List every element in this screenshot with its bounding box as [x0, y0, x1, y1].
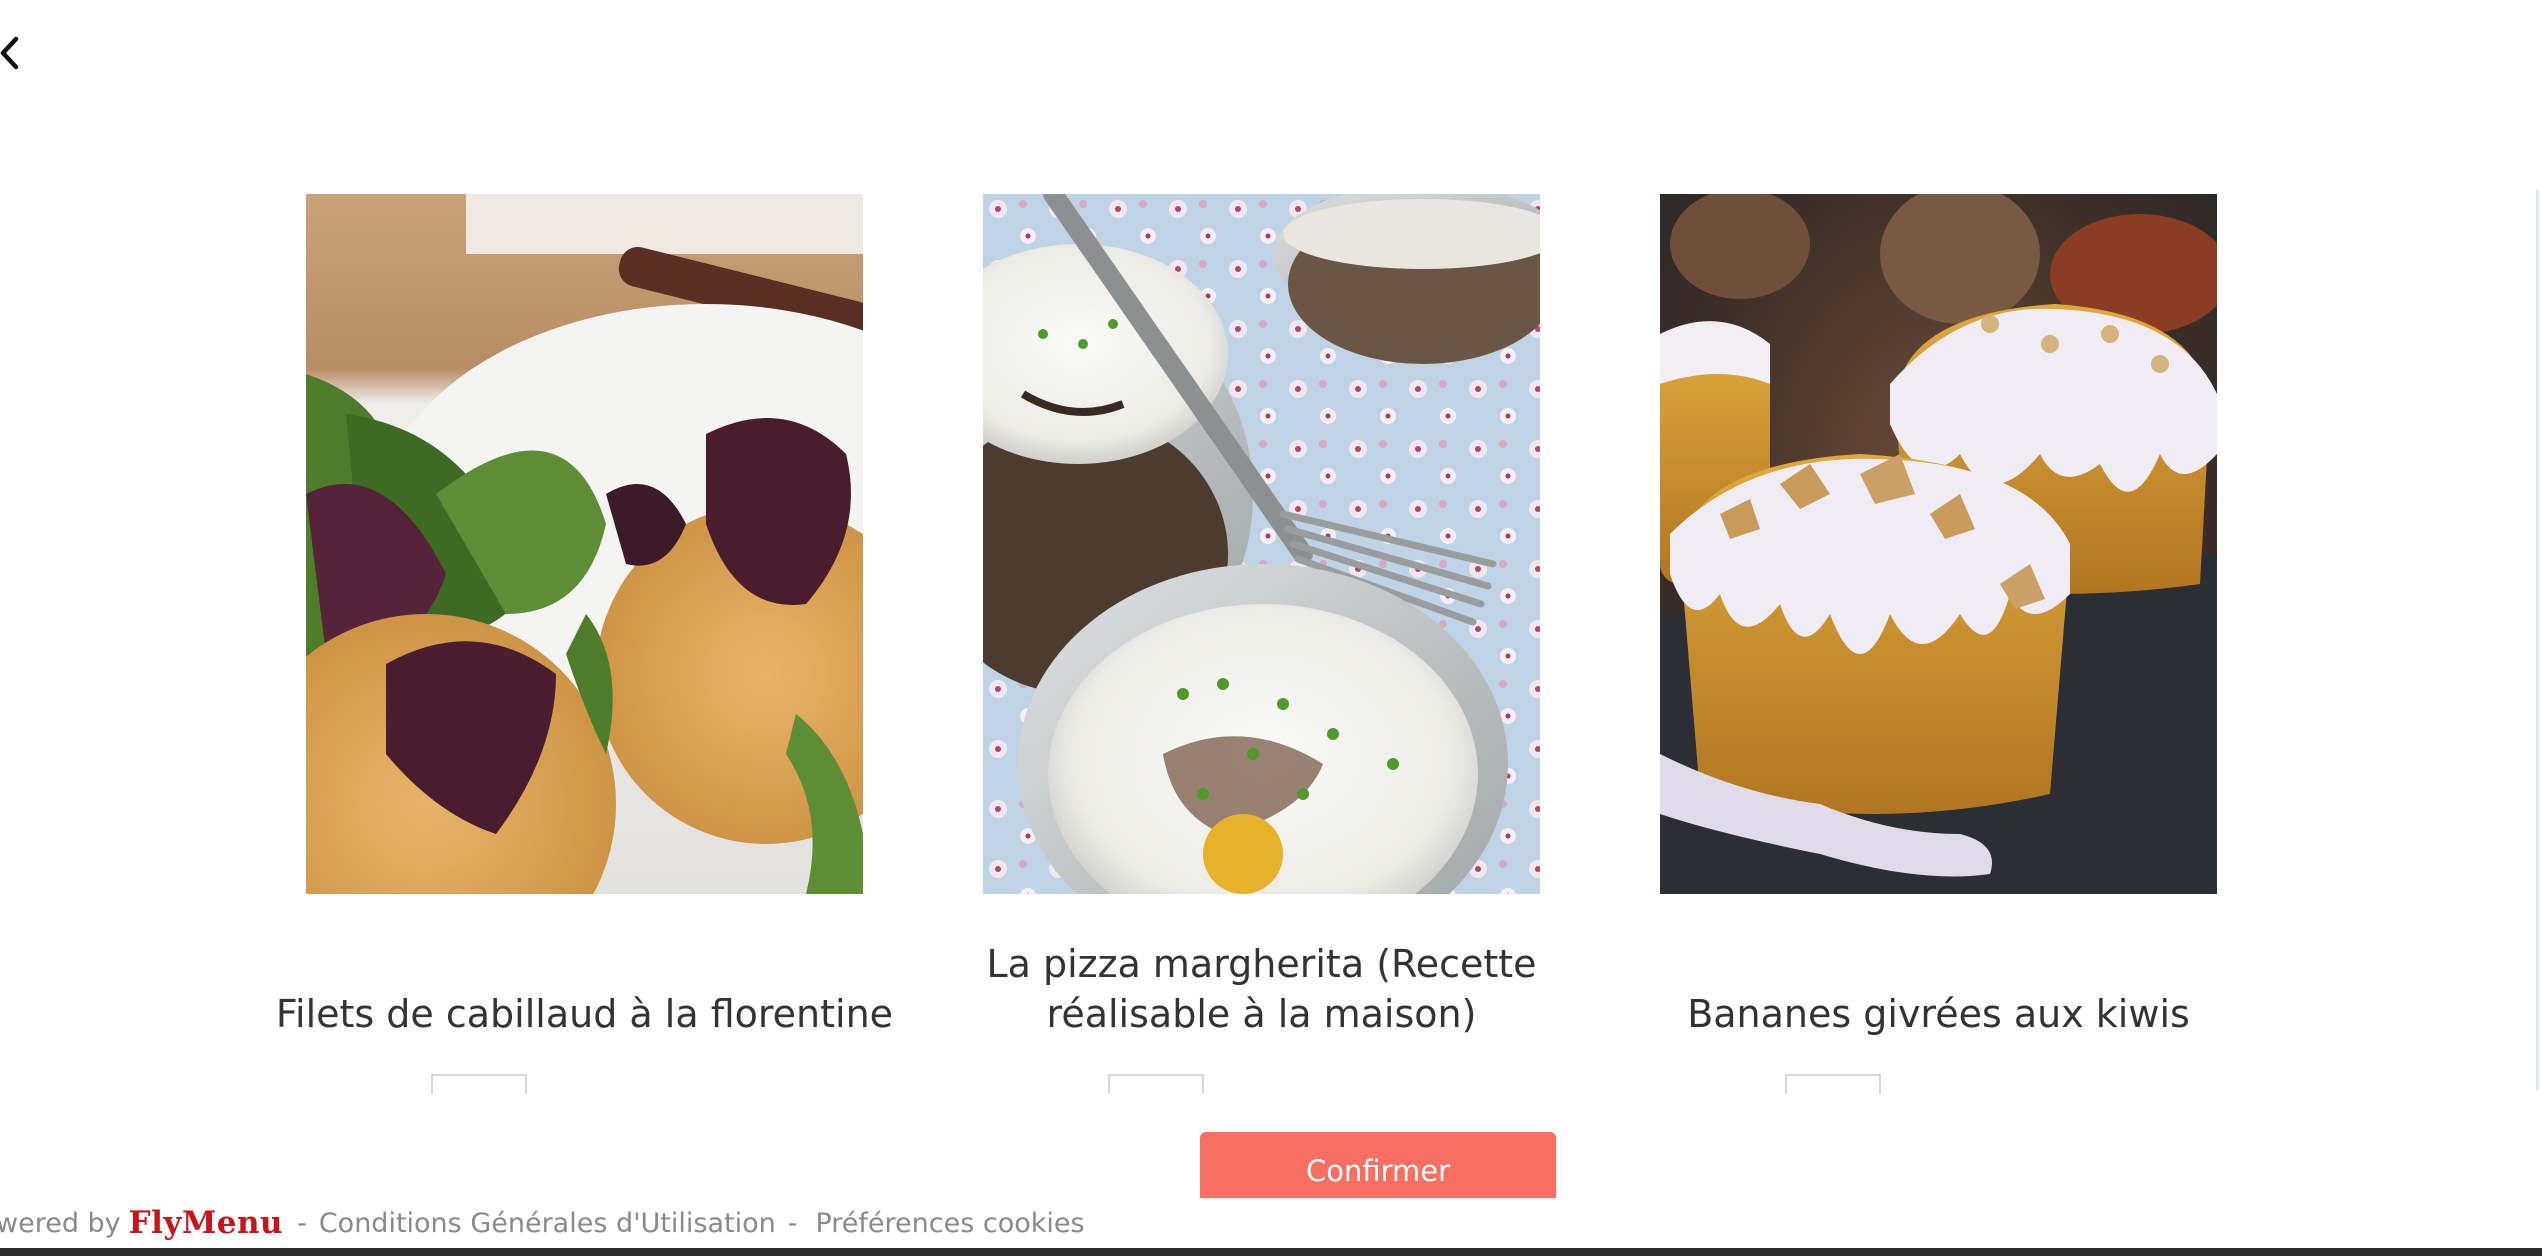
- bottom-bar: [0, 1248, 2542, 1256]
- quantity-selector[interactable]: [1108, 1074, 1204, 1094]
- glazed-muffins-photo: [1660, 194, 2217, 894]
- eggs-in-jars-photo: [983, 194, 1540, 894]
- back-button[interactable]: [0, 30, 30, 76]
- footer-separator: -: [787, 1207, 798, 1239]
- next-card-edge: [2536, 190, 2542, 1090]
- recipe-card[interactable]: Bananes givrées aux kiwis: [1660, 194, 2217, 1094]
- footer: wered by FlyMenu - Conditions Générales …: [0, 1203, 1085, 1243]
- quantity-selector[interactable]: [431, 1074, 527, 1094]
- footer-separator: -: [297, 1207, 307, 1239]
- recipe-title: Bananes givrées aux kiwis: [1687, 992, 2190, 1036]
- cod-fillets-salad-photo: [306, 194, 863, 894]
- recipe-title: La pizza margherita (Recette réalisable …: [986, 942, 1537, 1036]
- recipe-selection-page: Filets de cabillaud à la florentine La p…: [0, 0, 2542, 1256]
- flymenu-logo[interactable]: FlyMenu: [129, 1205, 283, 1241]
- cookie-preferences-link[interactable]: Préférences cookies: [815, 1208, 1084, 1239]
- recipe-card[interactable]: La pizza margherita (Recette réalisable …: [983, 194, 1540, 1094]
- recipe-title: Filets de cabillaud à la florentine: [275, 992, 894, 1036]
- terms-link[interactable]: Conditions Générales d'Utilisation: [319, 1208, 776, 1239]
- powered-by-label: wered by: [0, 1207, 121, 1239]
- confirm-button[interactable]: Confirmer: [1200, 1132, 1556, 1198]
- quantity-selector[interactable]: [1785, 1074, 1881, 1094]
- chevron-left-icon: [0, 36, 19, 70]
- recipe-card[interactable]: Filets de cabillaud à la florentine: [276, 194, 893, 1094]
